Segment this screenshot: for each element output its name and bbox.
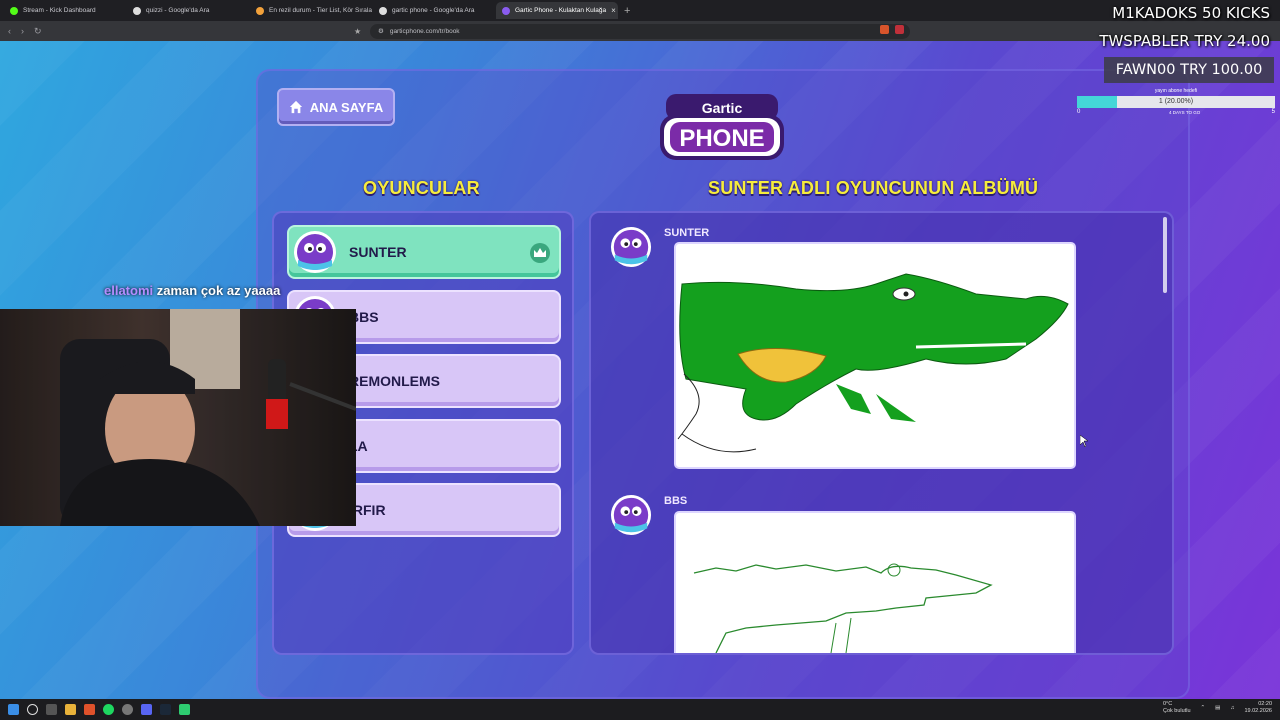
extensions-area: [880, 25, 904, 34]
home-button[interactable]: ANA SAYFA: [277, 88, 395, 126]
goal-bar: 1 (20.00%): [1077, 96, 1275, 108]
windows-taskbar: 0°C Çok bulutlu ⌃ ▤ ♫ 02:20 19.02.2026: [0, 699, 1280, 720]
tab-title: En rezil durum - Tier List, Kör Sıralam: [269, 7, 372, 14]
top-donation-text: FAWN00 TRY 100.00: [1115, 62, 1263, 78]
new-tab-icon[interactable]: +: [619, 5, 635, 17]
album-entry-author: BBS: [664, 495, 688, 507]
goal-sub: 4 DAYS TO GO: [1169, 110, 1201, 115]
tab-title: Stream - Kick Dashboard: [23, 7, 96, 14]
goal-label: yayın abone hedefi: [1154, 88, 1198, 94]
file-explorer-icon[interactable]: [65, 704, 76, 715]
tab-title: gartic phone - Google'da Ara: [392, 7, 475, 14]
browser-tab[interactable]: Gartic Phone - Kulaktan Kulağa ×: [496, 2, 618, 19]
clock-time: 02:20: [1258, 701, 1272, 707]
album-scrollbar[interactable]: [1163, 217, 1167, 293]
extension-icon[interactable]: [895, 25, 904, 34]
donation-alert: TWSPABLER TRY 24.00: [1099, 32, 1270, 50]
album-avatar-icon: [610, 226, 652, 268]
app-icon[interactable]: [179, 704, 190, 715]
tab-favicon-icon: [133, 6, 141, 15]
tab-favicon-icon: [256, 6, 264, 15]
weather-temp: 0°C: [1163, 701, 1173, 707]
subscriber-goal-widget: yayın abone hedefi 1 (20.00%) 0 4 DAYS T…: [1077, 88, 1275, 118]
home-icon: [289, 100, 302, 114]
browser-tab[interactable]: En rezil durum - Tier List, Kör Sıralam: [250, 2, 372, 19]
album-title: SUNTER ADLI OYUNCUNUN ALBÜMÜ: [708, 178, 1039, 198]
album-entry-author: SUNTER: [664, 227, 710, 239]
player-avatar-icon: [293, 230, 337, 274]
back-icon[interactable]: ‹: [8, 26, 11, 36]
site-info-icon[interactable]: ⚙: [378, 27, 384, 35]
browser-tab[interactable]: quizzi - Google'da Ara: [127, 2, 249, 19]
goal-min: 0: [1077, 109, 1081, 115]
start-icon[interactable]: [8, 704, 19, 715]
tab-title: quizzi - Google'da Ara: [146, 7, 210, 14]
webcam-image: [0, 309, 356, 526]
crown-icon: [529, 242, 551, 264]
logo-text-top: Gartic: [702, 100, 743, 116]
tab-title: Gartic Phone - Kulaktan Kulağa: [515, 7, 607, 14]
drawing-card: [674, 511, 1076, 653]
obs-icon[interactable]: [122, 704, 133, 715]
webcam-feed: [0, 309, 356, 526]
crocodile-color-drawing: [677, 273, 1069, 453]
logo-text-bottom: PHONE: [679, 125, 764, 152]
brave-browser-icon[interactable]: [84, 704, 95, 715]
chat-text: zaman çok az yaaaa: [156, 283, 281, 298]
tab-favicon-icon: [379, 6, 387, 15]
clock[interactable]: 02:20 19.02.2026: [1244, 701, 1272, 715]
tab-close-icon[interactable]: ×: [611, 6, 616, 15]
gartic-phone-logo: Gartic PHONE: [660, 94, 784, 160]
browser-tab-bar: Stream - Kick Dashboard quizzi - Google'd…: [0, 0, 1280, 21]
system-tray: 0°C Çok bulutlu ⌃ ▤ ♫ 02:20 19.02.2026: [1163, 701, 1272, 715]
tab-favicon-icon: [502, 6, 510, 15]
search-icon[interactable]: [27, 704, 38, 715]
tray-chevron-icon[interactable]: ⌃: [1201, 705, 1206, 711]
player-item[interactable]: SUNTER: [287, 225, 561, 279]
album-avatar-icon: [610, 494, 652, 536]
brave-shield-icon[interactable]: [880, 25, 889, 34]
browser-address-bar: ‹ › ↻ ★ ⚙ garticphone.com/tr/book: [0, 21, 1280, 41]
bookmark-icon[interactable]: ★: [354, 27, 361, 36]
player-name: SUNTER: [349, 244, 407, 260]
home-button-label: ANA SAYFA: [309, 99, 384, 115]
drawing-card: [674, 242, 1076, 469]
goal-max: 5: [1271, 109, 1275, 115]
steam-icon[interactable]: [160, 704, 171, 715]
mouse-cursor-icon: [1080, 435, 1088, 447]
url-field[interactable]: ⚙ garticphone.com/tr/book: [370, 23, 910, 39]
task-view-icon[interactable]: [46, 704, 57, 715]
volume-icon[interactable]: ♫: [1230, 705, 1234, 711]
crocodile-line-drawing: [693, 563, 993, 653]
tab-favicon-icon: [10, 6, 18, 15]
url-text: garticphone.com/tr/book: [389, 27, 460, 35]
chat-username: ellatomi: [104, 283, 154, 298]
spotify-icon[interactable]: [103, 704, 114, 715]
kick-gift-alert: M1KADOKS 50 KICKS: [1112, 4, 1270, 22]
forward-icon[interactable]: ›: [21, 26, 24, 36]
network-icon[interactable]: ▤: [1215, 705, 1220, 711]
player-name: REMONLEMS: [349, 373, 440, 389]
weather-desc: Çok bulutlu: [1163, 708, 1191, 714]
players-title: OYUNCULAR: [363, 178, 480, 198]
top-donation-box: FAWN00 TRY 100.00: [1104, 57, 1274, 83]
chat-message: ellatomi zaman çok az yaaaa: [104, 283, 280, 298]
weather-widget[interactable]: 0°C Çok bulutlu: [1163, 701, 1191, 715]
clock-date: 19.02.2026: [1244, 708, 1272, 714]
reload-icon[interactable]: ↻: [34, 26, 42, 37]
goal-value: 1 (20.00%): [1158, 98, 1194, 105]
discord-icon[interactable]: [141, 704, 152, 715]
browser-tab[interactable]: Stream - Kick Dashboard: [4, 2, 126, 19]
browser-tab[interactable]: gartic phone - Google'da Ara: [373, 2, 495, 19]
album-panel[interactable]: SUNTER BBS: [589, 211, 1174, 655]
